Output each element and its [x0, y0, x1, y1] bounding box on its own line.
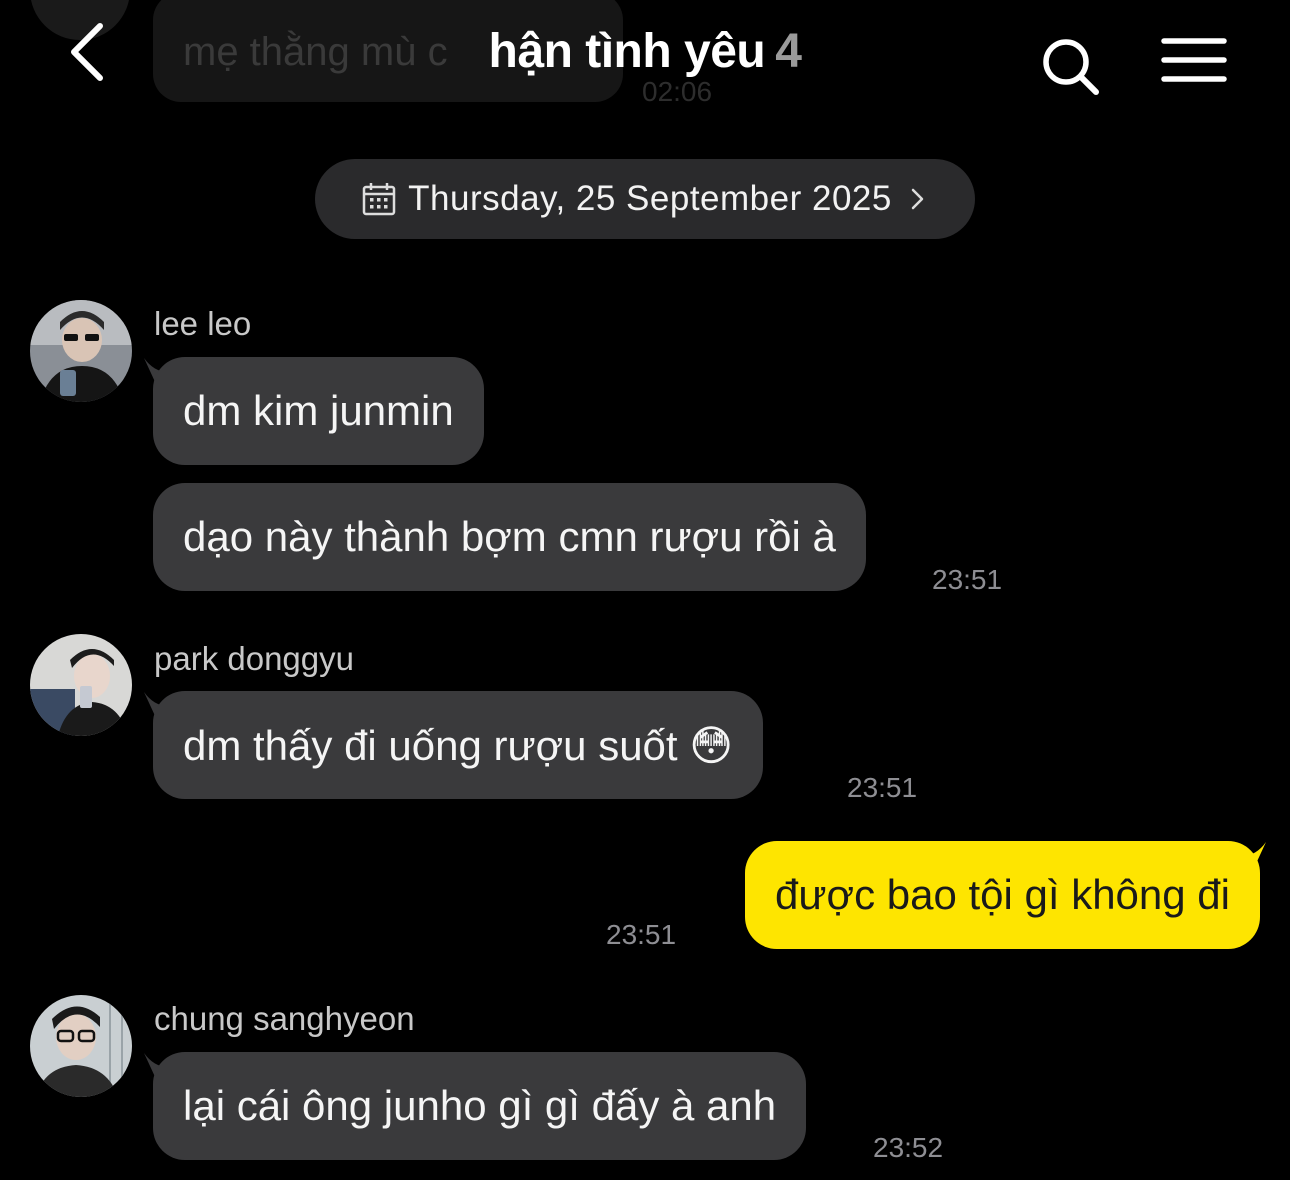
member-count: 4: [775, 25, 802, 78]
chevron-right-icon: [911, 188, 924, 210]
profile-photo: [30, 634, 132, 736]
search-icon: [1043, 39, 1099, 95]
sender-name: park donggyu: [154, 640, 354, 677]
previous-message-time: 02:06: [642, 76, 713, 107]
message-time: 23:51: [932, 564, 1003, 595]
avatar-chung-sanghyeon[interactable]: [30, 995, 132, 1097]
menu-button[interactable]: [1160, 36, 1228, 86]
calendar-icon: [362, 183, 396, 216]
bubble-tail: [1242, 842, 1266, 868]
message-time: 23:51: [847, 772, 918, 803]
message-time: 23:51: [606, 919, 677, 950]
sender-name: lee leo: [154, 305, 252, 342]
avatar-park-donggyu[interactable]: [30, 634, 132, 736]
message-time: 23:52: [873, 1132, 944, 1163]
hamburger-menu-icon: [1161, 38, 1227, 82]
search-button[interactable]: [1038, 34, 1102, 98]
profile-photo: [30, 995, 132, 1097]
chat-title-text: hận tình yêu: [488, 25, 766, 78]
sender-name: chung sanghyeon: [154, 1000, 415, 1037]
date-divider[interactable]: Thursday, 25 September 2025: [315, 159, 975, 239]
date-label: Thursday, 25 September 2025: [408, 179, 892, 218]
message-bubble[interactable]: dm kim junmin: [153, 357, 484, 465]
message-bubble[interactable]: dạo này thành bợm cmn rượu rồi à: [153, 483, 866, 591]
message-bubble[interactable]: dm thấy đi uống rượu suốt 😳: [153, 691, 764, 799]
message-bubble[interactable]: lại cái ông junho gì gì đấy à anh: [153, 1052, 807, 1160]
my-message-bubble[interactable]: được bao tội gì không đi: [745, 841, 1260, 949]
avatar-lee-leo[interactable]: [30, 300, 132, 402]
profile-photo: [30, 300, 132, 402]
